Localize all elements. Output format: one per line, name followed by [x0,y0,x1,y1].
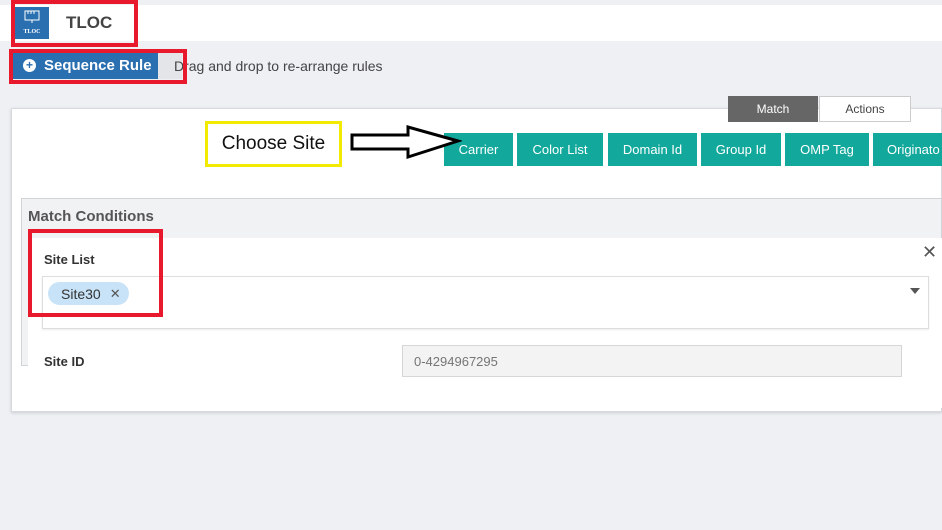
site-list-select[interactable] [42,276,929,329]
match-domain-id-button[interactable]: Domain Id [608,133,697,166]
chip-label: Site30 [61,285,101,302]
page-header [0,5,942,41]
chip-remove-icon[interactable]: ✕ [110,286,121,302]
match-originator-button[interactable]: Originato [873,133,942,166]
match-group-id-button[interactable]: Group Id [701,133,781,166]
chevron-down-icon[interactable] [910,288,920,294]
site-id-label: Site ID [44,354,85,369]
drag-hint: Drag and drop to re-arrange rules [174,58,383,74]
router-icon [24,10,40,23]
tloc-icon-label: TLOC [23,29,41,35]
match-omp-tag-button[interactable]: OMP Tag [785,133,869,166]
close-icon[interactable]: ✕ [922,242,937,263]
tloc-icon: TLOC [15,7,49,39]
site-id-input[interactable] [402,345,902,377]
choose-site-callout: Choose Site [205,121,342,167]
tab-actions[interactable]: Actions [819,96,911,122]
site-list-chip: Site30 ✕ [48,282,129,305]
arrow-right-icon [350,125,462,160]
page-title: TLOC [66,13,113,32]
match-conditions-title: Match Conditions [28,208,154,225]
plus-circle-icon: + [23,59,36,72]
sequence-rule-button[interactable]: + Sequence Rule [13,52,158,79]
sequence-rule-label: Sequence Rule [44,57,152,74]
site-list-label: Site List [44,252,95,267]
tab-match[interactable]: Match [728,96,818,122]
match-color-list-button[interactable]: Color List [517,133,603,166]
